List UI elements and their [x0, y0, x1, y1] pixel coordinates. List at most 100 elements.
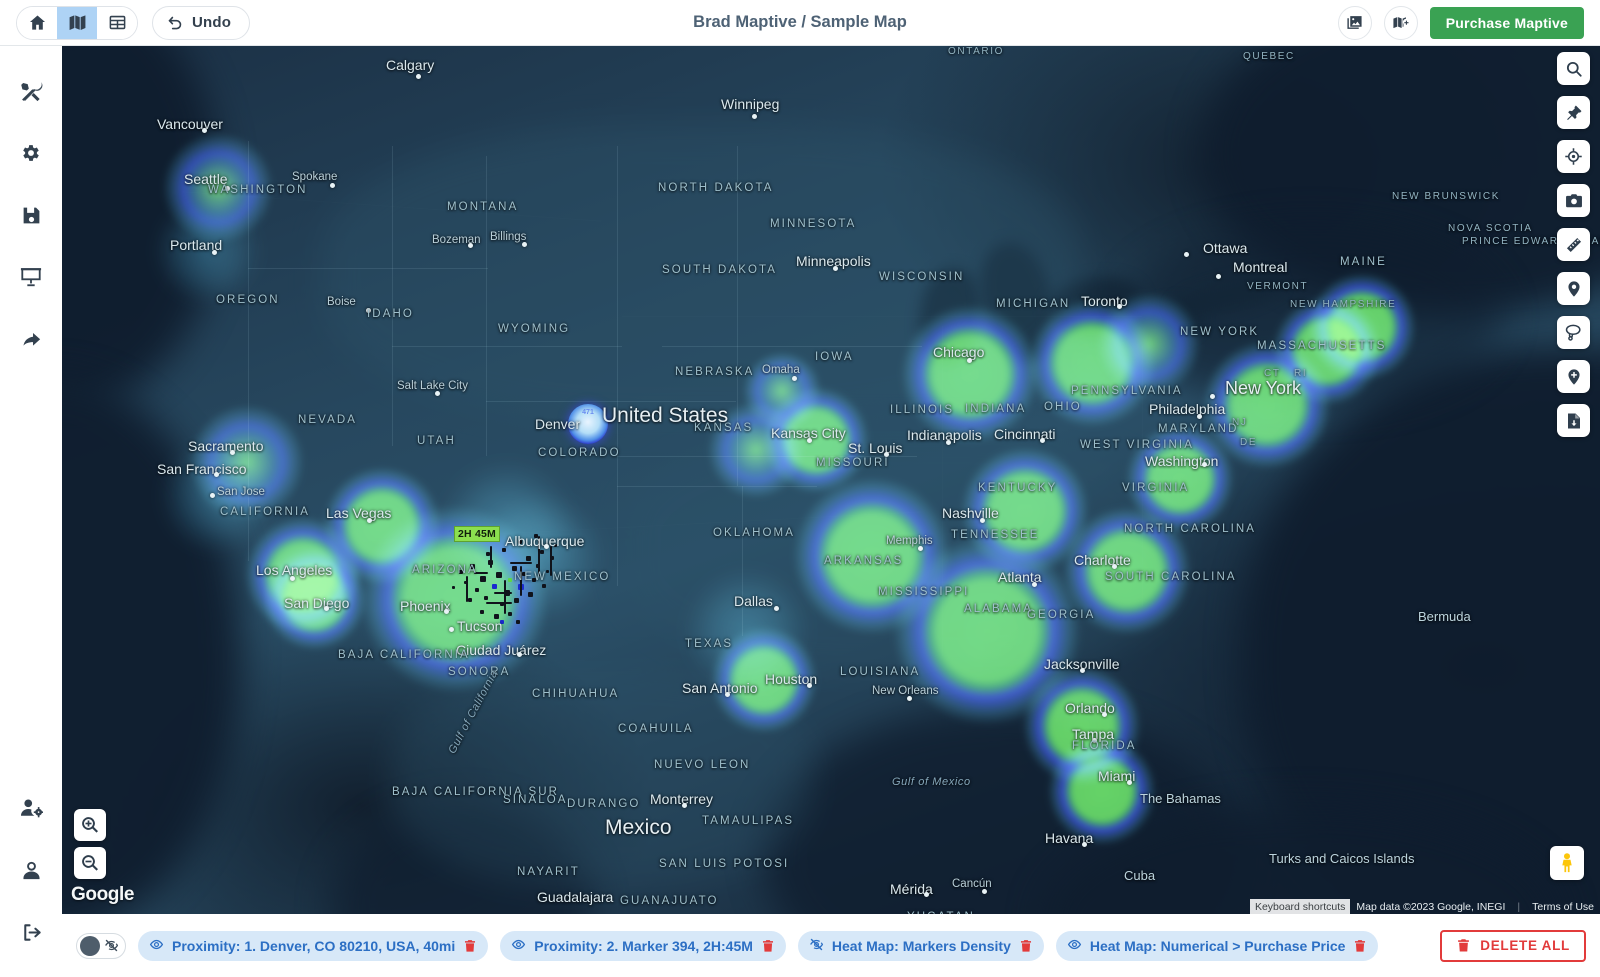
city-dot [918, 546, 923, 551]
street-view-pegman[interactable] [1550, 846, 1584, 880]
city-dot [1184, 252, 1189, 257]
zoom-out-button[interactable] [74, 847, 106, 879]
city-dot [924, 892, 929, 897]
city-dot [290, 576, 295, 581]
home-button[interactable] [17, 6, 57, 39]
eye-icon[interactable] [511, 937, 526, 955]
presentation-icon [20, 268, 42, 287]
city-dot [1092, 738, 1097, 743]
terms-of-use-link[interactable]: Terms of Use [1526, 901, 1600, 913]
sidebar-item-account-settings[interactable] [0, 777, 62, 839]
city-dot [1102, 712, 1107, 717]
city-dot [214, 472, 219, 477]
eye-off-icon[interactable] [809, 937, 824, 955]
city-dot [682, 803, 687, 808]
filter-chip-label: Proximity: 1. Denver, CO 80210, USA, 40m… [172, 937, 456, 954]
filter-chip-label: Heat Map: Numerical > Purchase Price [1089, 937, 1346, 954]
city-dot [1040, 438, 1045, 443]
city-dot [517, 652, 522, 657]
city-dot [1032, 582, 1037, 587]
camera-icon [1565, 193, 1582, 207]
tools-icon [20, 81, 42, 101]
filter-chip-label: Proximity: 2. Marker 394, 2H:45M [534, 937, 753, 954]
sidebar-item-presentation[interactable] [0, 246, 62, 308]
filter-chip-delete-button[interactable] [463, 939, 477, 953]
trash-icon [1020, 939, 1031, 952]
city-dot [967, 358, 972, 363]
city-dot [202, 128, 207, 133]
sidebar-item-logout[interactable] [0, 901, 62, 963]
city-dot [1202, 462, 1207, 467]
add-marker-button[interactable] [1557, 360, 1590, 393]
city-dot [435, 391, 440, 396]
denver-cluster-marker[interactable]: 471 [568, 404, 608, 444]
add-map-icon [1393, 17, 1409, 29]
city-dot [1127, 780, 1132, 785]
google-logo: Google [71, 884, 135, 905]
zoom-in-button[interactable] [74, 809, 106, 841]
city-dot [522, 242, 527, 247]
table-icon [109, 15, 125, 30]
filter-chip[interactable]: Heat Map: Numerical > Purchase Price [1055, 930, 1379, 961]
city-dot [807, 683, 812, 688]
city-dot [1117, 304, 1122, 309]
table-view-button[interactable] [97, 6, 137, 39]
undo-button[interactable]: Undo [152, 5, 251, 40]
undo-label: Undo [192, 14, 232, 31]
sidebar-item-profile[interactable] [0, 839, 62, 901]
image-gallery-icon [1347, 16, 1362, 29]
search-button[interactable] [1557, 52, 1590, 85]
sidebar-item-share[interactable] [0, 308, 62, 370]
map-attribution: Keyboard shortcuts Map data ©2023 Google… [1249, 899, 1600, 914]
measure-button[interactable] [1557, 228, 1590, 261]
home-icon [29, 15, 45, 30]
sidebar-item-save[interactable] [0, 184, 62, 246]
city-dot [416, 74, 421, 79]
city-dot [544, 544, 549, 549]
city-dot [752, 114, 757, 119]
filter-chip-delete-button[interactable] [1019, 939, 1033, 953]
filter-chip[interactable]: Proximity: 1. Denver, CO 80210, USA, 40m… [138, 930, 489, 961]
filter-chip-delete-button[interactable] [761, 939, 775, 953]
lasso-select-button[interactable] [1557, 316, 1590, 349]
save-icon [23, 207, 39, 223]
new-map-button[interactable] [1383, 5, 1418, 40]
eye-off-icon [809, 938, 823, 950]
ruler-icon [1566, 237, 1581, 252]
city-dot [982, 889, 987, 894]
delete-all-button[interactable]: DELETE ALL [1440, 929, 1586, 962]
map-view-button[interactable] [57, 6, 97, 39]
city-dot [946, 440, 951, 445]
sidebar-item-tools[interactable] [0, 60, 62, 122]
pin-marker-button[interactable] [1557, 96, 1590, 129]
keyboard-shortcuts-link[interactable]: Keyboard shortcuts [1249, 899, 1351, 914]
city-dot [330, 183, 335, 188]
radius-button[interactable] [1557, 272, 1590, 305]
layers-visibility-toggle[interactable] [76, 932, 126, 959]
filter-chip[interactable]: Heat Map: Markers Density [797, 930, 1044, 961]
export-button[interactable] [1557, 404, 1590, 437]
filter-chip[interactable]: Proximity: 2. Marker 394, 2H:45M [500, 930, 786, 961]
gallery-button[interactable] [1337, 5, 1372, 40]
city-dot [1197, 414, 1202, 419]
purchase-maptive-button[interactable]: Purchase Maptive [1429, 6, 1584, 39]
filter-bar: Proximity: 1. Denver, CO 80210, USA, 40m… [62, 914, 1600, 977]
cluster-count: 471 [582, 409, 594, 416]
eye-icon [149, 939, 164, 949]
gear-icon [23, 145, 39, 161]
city-dot [367, 518, 372, 523]
share-arrow-icon [22, 332, 40, 346]
city-dot [1080, 668, 1085, 673]
filter-chip-delete-button[interactable] [1353, 939, 1367, 953]
eye-icon[interactable] [1067, 937, 1082, 955]
top-toolbar-left: Undo [0, 5, 251, 40]
eye-icon[interactable] [149, 937, 164, 955]
screenshot-button[interactable] [1557, 184, 1590, 217]
city-dot [807, 438, 812, 443]
city-dot [1210, 394, 1215, 399]
street-view-pegman-icon [1562, 853, 1572, 873]
target-location-button[interactable] [1557, 140, 1590, 173]
city-dot [884, 452, 889, 457]
map-canvas[interactable]: 2H 45M 471 Calgary Winnipeg Vancouver Seatt… [62, 46, 1600, 914]
sidebar-item-settings[interactable] [0, 122, 62, 184]
